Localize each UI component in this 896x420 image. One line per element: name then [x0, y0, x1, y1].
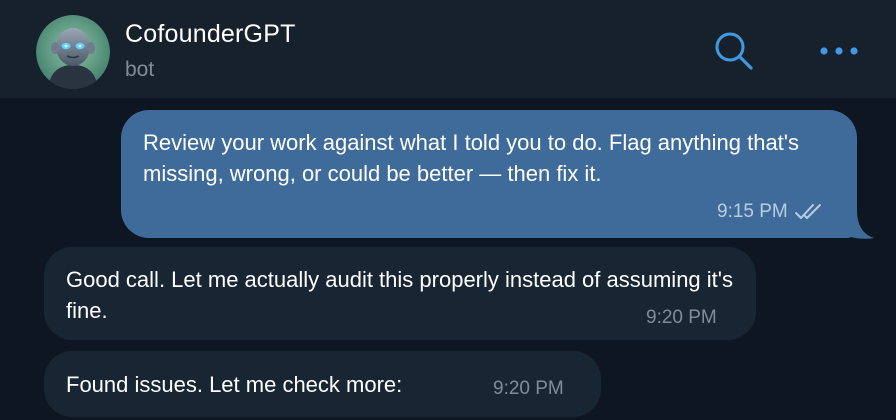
message-time: 9:20 PM	[493, 378, 564, 399]
message-meta: 9:15 PM	[717, 200, 824, 224]
chat-subtitle: bot	[125, 58, 155, 81]
search-button[interactable]	[710, 28, 758, 76]
message-text: Found issues. Let me check more:	[66, 372, 403, 397]
double-check-icon	[794, 204, 821, 219]
more-dots-icon	[820, 47, 858, 55]
message-text: Good call. Let me actually audit this pr…	[66, 267, 733, 323]
incoming-message[interactable]: Found issues. Let me check more: 9:20 PM	[44, 351, 601, 417]
bubble-tail	[840, 210, 874, 239]
message-time: 9:15 PM	[717, 201, 788, 222]
message-text: Review your work against what I told you…	[143, 130, 799, 186]
incoming-message[interactable]: Good call. Let me actually audit this pr…	[44, 247, 756, 340]
message-time: 9:20 PM	[646, 307, 717, 328]
search-icon	[715, 32, 753, 70]
more-options-button[interactable]	[818, 33, 862, 69]
chat-header: CofounderGPT bot	[0, 0, 896, 100]
bot-avatar[interactable]	[36, 15, 110, 89]
chat-title[interactable]: CofounderGPT	[125, 20, 296, 49]
